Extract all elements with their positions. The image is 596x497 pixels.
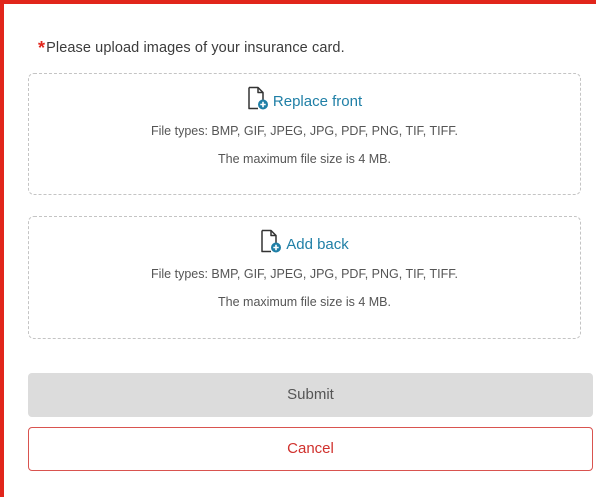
back-upload-dropzone[interactable]: Add back File types: BMP, GIF, JPEG, JPG…: [28, 216, 581, 339]
file-add-icon: [247, 86, 269, 110]
cancel-button[interactable]: Cancel: [28, 427, 593, 471]
back-max-size: The maximum file size is 4 MB.: [218, 295, 391, 309]
replace-front-label: Replace front: [272, 93, 363, 110]
front-upload-dropzone[interactable]: Replace front File types: BMP, GIF, JPEG…: [28, 73, 581, 195]
back-file-types: File types: BMP, GIF, JPEG, JPG, PDF, PN…: [150, 267, 458, 281]
submit-button[interactable]: Submit: [28, 373, 593, 417]
upload-panel: *Please upload images of your insurance …: [0, 0, 596, 497]
add-back-label: Add back: [286, 236, 349, 253]
file-add-icon: [260, 229, 282, 253]
upload-instructions: *Please upload images of your insurance …: [38, 38, 345, 59]
required-marker: *: [38, 38, 46, 58]
add-back-button[interactable]: Add back: [260, 229, 349, 253]
front-file-types: File types: BMP, GIF, JPEG, JPG, PDF, PN…: [150, 124, 458, 138]
front-max-size: The maximum file size is 4 MB.: [218, 152, 391, 166]
replace-front-button[interactable]: Replace front: [247, 86, 362, 110]
upload-prompt-text: Please upload images of your insurance c…: [46, 40, 345, 56]
